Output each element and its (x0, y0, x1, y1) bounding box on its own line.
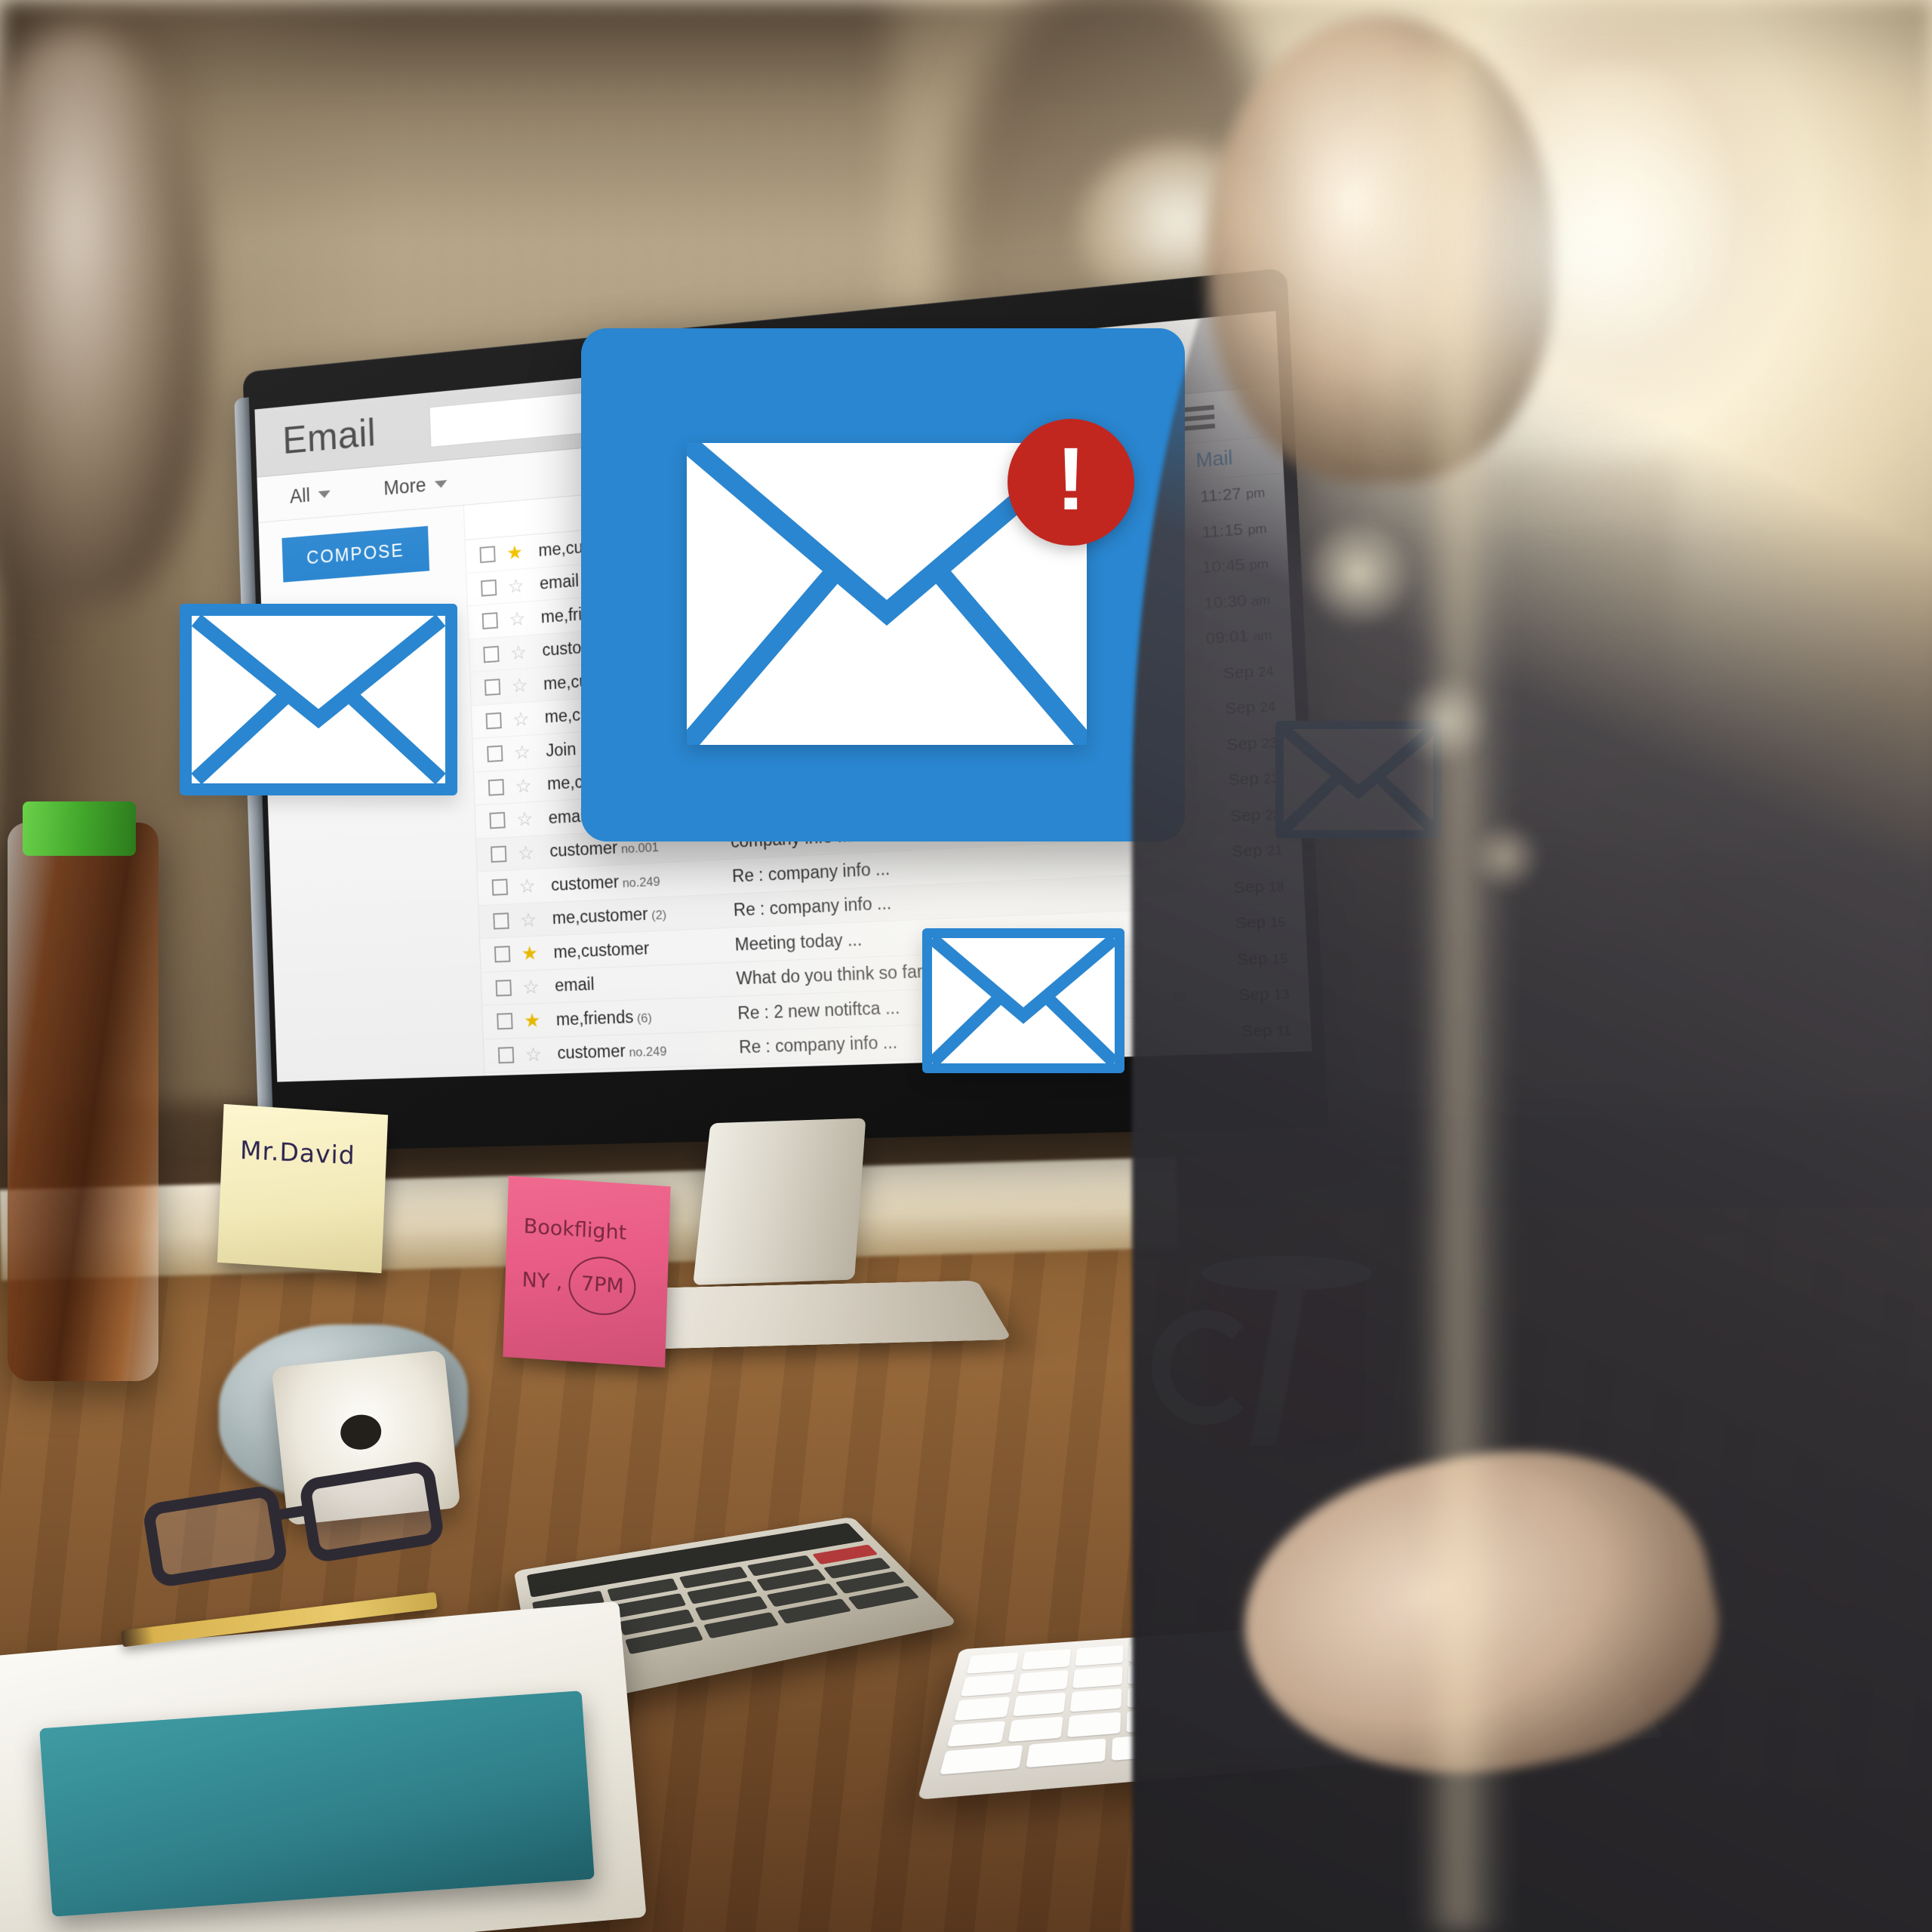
star-icon[interactable]: ☆ (511, 674, 528, 697)
row-checkbox[interactable] (479, 546, 496, 564)
row-sender: customer no.249 (550, 872, 660, 894)
envelope-icon-left (180, 604, 457, 795)
filter-more-dropdown[interactable]: More (383, 472, 448, 500)
exclamation-icon: ! (1056, 429, 1086, 529)
star-icon[interactable]: ☆ (518, 875, 536, 897)
filter-all-label: All (289, 484, 311, 508)
row-sender: email (554, 974, 595, 995)
star-icon[interactable]: ☆ (509, 608, 526, 631)
eyeglass-lens-right (297, 1459, 446, 1564)
rim-light-highlight (1419, 0, 1509, 1932)
sticky-note-yellow: Mr.David (217, 1103, 389, 1274)
row-checkbox[interactable] (487, 745, 503, 763)
chevron-down-icon (434, 479, 448, 488)
star-icon[interactable]: ☆ (520, 908, 537, 931)
monitor-stand-neck (693, 1118, 866, 1285)
star-icon[interactable]: ☆ (510, 641, 528, 664)
chevron-down-icon (318, 490, 331, 499)
star-icon[interactable]: ☆ (512, 707, 530, 731)
sticky-note-pink-city: NY , (521, 1268, 563, 1294)
row-sender-count: (6) (632, 1011, 653, 1026)
row-checkbox[interactable] (497, 1013, 513, 1030)
row-sender: me,friends (6) (555, 1007, 653, 1029)
row-checkbox[interactable] (485, 712, 502, 730)
row-checkbox[interactable] (499, 1080, 515, 1082)
row-checkbox[interactable] (497, 1046, 515, 1064)
row-checkbox[interactable] (481, 579, 497, 597)
filter-all-dropdown[interactable]: All (290, 482, 331, 508)
row-sender: me,customer (2) (558, 1072, 741, 1082)
row-checkbox[interactable] (494, 946, 511, 963)
row-sender: me,customer (553, 938, 650, 962)
row-checkbox[interactable] (484, 678, 501, 697)
envelope-flap-icon (928, 934, 1119, 1068)
row-checkbox[interactable] (483, 645, 500, 663)
bokeh-light (1404, 679, 1487, 762)
star-icon[interactable]: ☆ (513, 741, 531, 764)
row-checkbox[interactable] (493, 912, 509, 930)
teal-folder (39, 1690, 595, 1917)
row-sender-count: (2) (648, 908, 667, 923)
envelope-icon-bottom (922, 928, 1124, 1073)
star-icon[interactable]: ☆ (525, 1043, 542, 1066)
row-checkbox[interactable] (491, 878, 509, 897)
compose-button[interactable]: COMPOSE (281, 525, 430, 583)
star-icon[interactable]: ☆ (522, 975, 540, 998)
alert-badge-circle: ! (1008, 419, 1134, 546)
row-sender-count: (2) (654, 1078, 674, 1082)
eyeglass-lens-left (141, 1484, 289, 1589)
sticky-note-pink-time: 7PM (568, 1254, 637, 1317)
star-icon[interactable]: ☆ (515, 774, 532, 797)
star-icon[interactable]: ★ (506, 541, 524, 565)
envelope-flap-icon (191, 614, 446, 785)
row-sender: customer no.249 (557, 1041, 667, 1063)
row-checkbox[interactable] (481, 612, 498, 630)
row-sender: me,customer (2) (552, 904, 667, 928)
row-checkbox[interactable] (491, 845, 507, 863)
filter-more-label: More (383, 474, 427, 500)
sticky-note-pink-line2: NY , 7PM (521, 1251, 668, 1319)
row-checkbox[interactable] (495, 979, 512, 997)
sticky-note-yellow-text: Mr.David (239, 1135, 356, 1171)
page-title: Email (281, 410, 377, 463)
bottle-cap (23, 801, 136, 856)
row-sender-count: no.249 (618, 874, 660, 891)
row-checkbox[interactable] (488, 778, 505, 796)
star-icon[interactable]: ☆ (526, 1076, 543, 1081)
drink-bottle (8, 823, 158, 1381)
email-alert-badge: ! (581, 328, 1185, 841)
row-sender-count: no.001 (617, 840, 660, 857)
star-icon[interactable]: ☆ (507, 574, 525, 598)
star-icon[interactable]: ★ (524, 1009, 541, 1032)
sticky-note-pink: Bookflight NY , 7PM (503, 1175, 671, 1368)
star-icon[interactable]: ☆ (516, 808, 534, 830)
bokeh-light (1472, 823, 1540, 891)
star-icon[interactable]: ★ (521, 942, 538, 964)
star-icon[interactable]: ☆ (517, 841, 534, 864)
row-checkbox[interactable] (489, 812, 506, 829)
row-sender-count: no.249 (625, 1044, 667, 1060)
bokeh-light (1306, 521, 1411, 626)
